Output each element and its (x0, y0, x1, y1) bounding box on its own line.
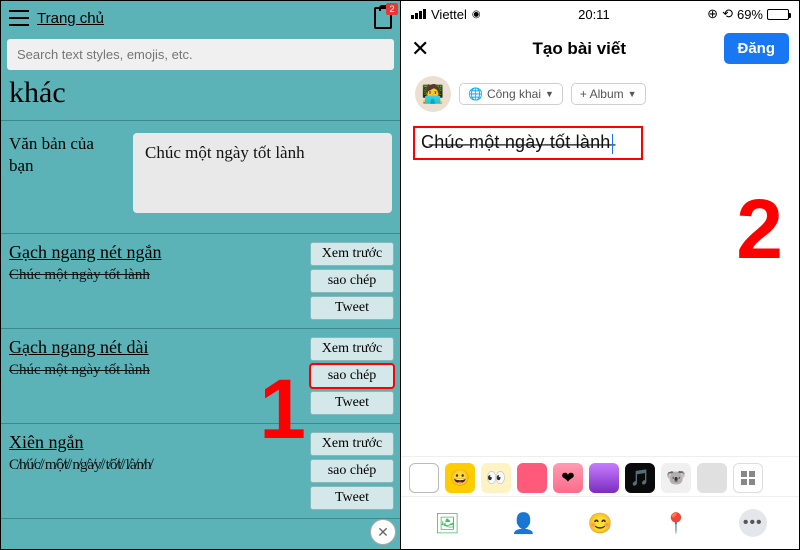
home-link[interactable]: Trang chủ (37, 10, 104, 27)
post-text-highlight: C̶h̶ú̶c̶ ̶m̶ộ̶t̶ ̶n̶g̶à̶y̶ ̶t̶ố̶t̶ ̶l̶à̶… (413, 126, 643, 160)
close-ad-button[interactable]: ✕ (370, 519, 396, 545)
composer-title: Tạo bài viết (532, 39, 626, 59)
text-cursor (612, 134, 614, 154)
section-heading: khác (1, 74, 400, 121)
style-row: Xiên ngắnC̸h̸ú̸c̸/m̸ộ̸t̸/n̸g̸à̸y̸/t̸ố̸t̸… (1, 424, 400, 519)
signal-icon (411, 9, 426, 19)
battery-icon (767, 9, 789, 20)
album-chip[interactable]: + Album ▼ (571, 83, 646, 105)
background-strip: 😀👀 ❤ 🎵🐨 (401, 456, 799, 499)
wifi-icon: ◉ (472, 9, 481, 20)
input-label: Văn bản của bạn (9, 133, 119, 213)
left-app-panel: Trang chủ 2 khác Văn bản của bạn Chúc mộ… (1, 1, 401, 549)
composer-header: ✕ Tạo bài viết Đăng (401, 25, 799, 76)
bg-yellow-smile[interactable]: 😀 (445, 463, 475, 493)
bg-none[interactable] (409, 463, 439, 493)
sao-chép-button[interactable]: sao chép (310, 364, 394, 388)
bg-more-button[interactable] (733, 463, 763, 493)
photo-icon[interactable]: 🖼 (433, 511, 461, 535)
bg-koala[interactable]: 🐨 (661, 463, 691, 493)
style-sample: C̸h̸ú̸c̸/m̸ộ̸t̸/n̸g̸à̸y̸/t̸ố̸t̸/l̸à̸n̸h̸ (9, 457, 304, 474)
composer-meta: 🧑‍💻 🌐 Công khai ▼ + Album ▼ (401, 76, 799, 112)
user-text-area: Văn bản của bạn Chúc một ngày tốt lành (1, 121, 400, 234)
tweet-button[interactable]: Tweet (310, 391, 394, 415)
bg-gray[interactable] (697, 463, 727, 493)
bg-pink[interactable] (517, 463, 547, 493)
chevron-down-icon: ▼ (545, 89, 554, 99)
sao-chép-button[interactable]: sao chép (310, 459, 394, 483)
location-icon[interactable]: 📍 (662, 511, 690, 535)
avatar[interactable]: 🧑‍💻 (415, 76, 451, 112)
tweet-button[interactable]: Tweet (310, 296, 394, 320)
style-name[interactable]: Gạch ngang nét dài (9, 337, 304, 358)
style-name[interactable]: Gạch ngang nét ngắn (9, 242, 304, 263)
bg-heart[interactable]: ❤ (553, 463, 583, 493)
alarm-icon: ⊕ (707, 6, 718, 22)
xem-trước-button[interactable]: Xem trước (310, 242, 394, 266)
composer-toolbar: 🖼 👤 😊 📍 ••• (401, 496, 799, 549)
left-header: Trang chủ 2 (1, 1, 400, 35)
carrier-label: Viettel (431, 7, 467, 22)
post-text-input[interactable]: C̶h̶ú̶c̶ ̶m̶ộ̶t̶ ̶n̶g̶à̶y̶ ̶t̶ố̶t̶ ̶l̶à̶… (421, 132, 611, 152)
style-sample: Chúc một ngày tốt lành (9, 267, 304, 284)
step-number-1: 1 (259, 361, 306, 458)
feeling-icon[interactable]: 😊 (586, 511, 614, 535)
style-row: Gạch ngang nét dàiChúc một ngày tốt lành… (1, 329, 400, 424)
menu-icon[interactable] (9, 10, 29, 26)
notification-badge: 2 (386, 3, 398, 15)
bg-black-music[interactable]: 🎵 (625, 463, 655, 493)
audience-chip[interactable]: 🌐 Công khai ▼ (459, 83, 563, 105)
status-bar: Viettel ◉ 20:11 ⊕ ⟲ 69% (401, 1, 799, 25)
xem-trước-button[interactable]: Xem trước (310, 337, 394, 361)
chevron-down-icon: ▼ (628, 89, 637, 99)
close-button[interactable]: ✕ (411, 36, 435, 62)
status-time: 20:11 (578, 7, 610, 22)
search-input[interactable] (7, 39, 394, 70)
step-number-2: 2 (736, 181, 783, 278)
battery-pct: 69% (737, 7, 763, 22)
orientation-lock-icon: ⟲ (722, 6, 733, 22)
more-button[interactable]: ••• (739, 509, 767, 537)
tweet-button[interactable]: Tweet (310, 486, 394, 510)
bg-purple[interactable] (589, 463, 619, 493)
right-app-panel: Viettel ◉ 20:11 ⊕ ⟲ 69% ✕ Tạo bài viết Đ… (401, 1, 799, 549)
xem-trước-button[interactable]: Xem trước (310, 432, 394, 456)
post-button[interactable]: Đăng (724, 33, 790, 64)
clipboard-button[interactable]: 2 (374, 7, 392, 29)
tag-person-icon[interactable]: 👤 (510, 511, 538, 535)
style-row: Gạch ngang nét ngắn Chúc một ngày tốt làn… (1, 234, 400, 329)
sao-chép-button[interactable]: sao chép (310, 269, 394, 293)
text-input[interactable]: Chúc một ngày tốt lành (133, 133, 392, 213)
bg-eyes[interactable]: 👀 (481, 463, 511, 493)
globe-icon: 🌐 (468, 87, 483, 101)
